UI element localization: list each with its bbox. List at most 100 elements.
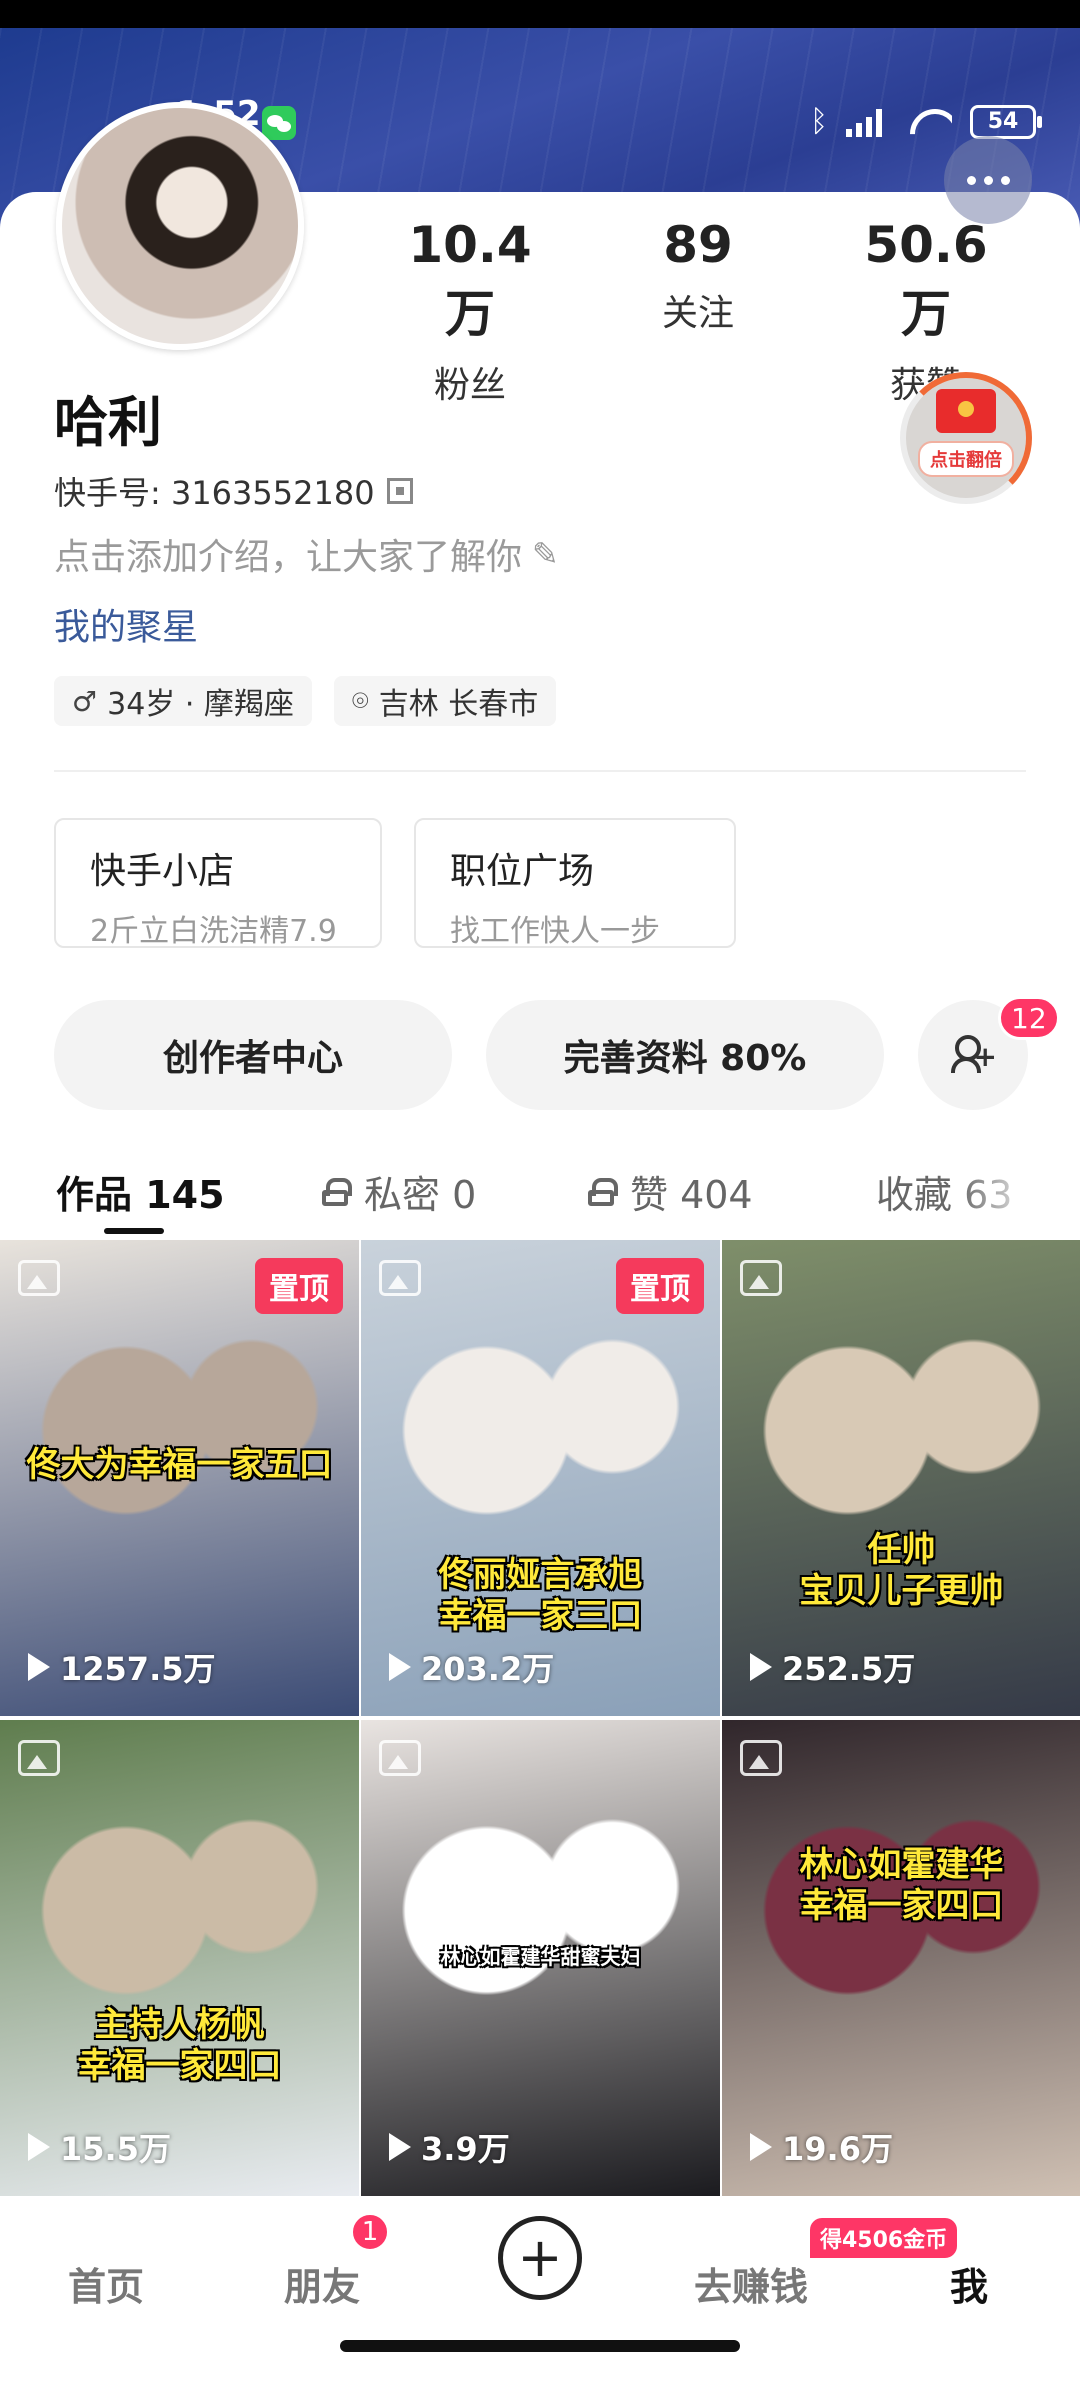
tab-private[interactable]: 私密 0 — [322, 1164, 476, 1219]
stat-label: 粉丝 — [433, 365, 506, 406]
divider — [54, 770, 1026, 772]
kwai-id: 快手号: 3163552180 — [54, 474, 375, 512]
profile-tabs: 作品 145 私密 0 赞 404 收藏 63 — [0, 1150, 1080, 1238]
photo-album-icon — [18, 1260, 60, 1296]
shop-card-subtitle: 找工作快人一步 — [450, 914, 660, 949]
location-pin-icon: ⌾ — [351, 684, 369, 717]
intro-row[interactable]: 点击添加介绍，让大家了解你 ✎ — [54, 528, 559, 580]
tab-active-indicator — [104, 1228, 164, 1234]
lock-icon — [322, 1177, 352, 1206]
stat-value: 89 — [663, 216, 733, 274]
play-icon — [28, 1653, 50, 1681]
location-chip[interactable]: ⌾ 吉林 长春市 — [333, 676, 557, 726]
work-item[interactable]: 置顶佟大为幸福一家五口 1257.5万 — [0, 1240, 359, 1716]
pinned-badge: 置顶 — [616, 1258, 704, 1314]
shop-card-title: 职位广场 — [450, 851, 595, 892]
pinned-badge: 置顶 — [255, 1258, 343, 1314]
play-count-value: 3.9万 — [421, 2130, 510, 2168]
status-icons: ᛒ 54 — [810, 104, 1042, 139]
tab-label: 私密 0 — [364, 1173, 477, 1217]
shop-card-title: 快手小店 — [90, 851, 235, 892]
play-icon — [28, 2133, 50, 2161]
play-count: 15.5万 — [28, 2124, 171, 2170]
play-count-value: 252.5万 — [782, 1650, 916, 1688]
work-caption: 林心如霍建华甜蜜夫妇 — [440, 1945, 641, 1969]
age-sign-label: 34岁 · 摩羯座 — [107, 687, 294, 722]
play-count-value: 203.2万 — [421, 1650, 555, 1688]
profile-tags: ♂ 34岁 · 摩羯座 ⌾ 吉林 长春市 — [54, 676, 557, 726]
tab-label: 赞 404 — [630, 1173, 753, 1217]
nav-friends[interactable]: 朋友 — [284, 2256, 360, 2311]
work-item[interactable]: 林心如霍建华甜蜜夫妇 3.9万 — [361, 1720, 720, 2196]
avatar[interactable] — [56, 102, 304, 350]
shop-card-subtitle: 2斤立白洗洁精7.9 — [90, 914, 337, 949]
stat-followers[interactable]: 10.4万 粉丝 — [396, 216, 544, 408]
work-caption: 佟大为幸福一家五口 — [26, 1445, 333, 1485]
friend-request-badge: 12 — [998, 996, 1060, 1040]
lock-icon — [588, 1177, 618, 1206]
play-count-value: 19.6万 — [782, 2130, 893, 2168]
play-icon — [389, 1653, 411, 1681]
work-caption: 佟丽娅言承旭 幸福一家三口 — [438, 1555, 643, 1636]
friends-badge: 1 — [350, 2212, 390, 2252]
zodiac-icon: ♂ — [72, 684, 98, 718]
redpacket-icon — [936, 389, 996, 433]
tab-liked[interactable]: 赞 404 — [588, 1164, 753, 1219]
play-count: 19.6万 — [750, 2124, 893, 2170]
create-button[interactable]: + — [498, 2216, 582, 2300]
play-count: 3.9万 — [389, 2124, 510, 2170]
stat-value: 50.6万 — [864, 216, 988, 343]
wechat-notification-icon — [262, 106, 296, 140]
photo-album-icon — [379, 1260, 421, 1296]
redpacket-label: 点击翻倍 — [918, 441, 1014, 477]
nav-earn[interactable]: 去赚钱 — [694, 2256, 808, 2311]
tab-label: 收藏 63 — [876, 1164, 1012, 1219]
work-item[interactable]: 置顶佟丽娅言承旭 幸福一家三口 203.2万 — [361, 1240, 720, 1716]
bottom-nav: 首页 朋友 1 + 去赚钱 得4506金币 我 — [0, 2198, 1080, 2400]
nav-home[interactable]: 首页 — [68, 2256, 144, 2311]
signal-icon — [846, 107, 890, 137]
work-item[interactable]: 任帅 宝贝儿子更帅 252.5万 — [722, 1240, 1080, 1716]
bluetooth-icon: ᛒ — [810, 104, 828, 139]
work-caption: 任帅 宝贝儿子更帅 — [799, 1530, 1004, 1611]
play-count: 252.5万 — [750, 1644, 915, 1690]
play-icon — [750, 1653, 772, 1681]
add-person-icon — [951, 1035, 997, 1075]
complete-profile-button[interactable]: 完善资料 80% — [486, 1000, 884, 1110]
play-count-value: 1257.5万 — [60, 1650, 216, 1688]
photo-album-icon — [379, 1740, 421, 1776]
nav-me[interactable]: 我 — [950, 2256, 988, 2311]
tab-works[interactable]: 作品 145 — [56, 1164, 225, 1219]
photo-album-icon — [740, 1740, 782, 1776]
stat-label: 关注 — [661, 293, 734, 334]
play-count: 1257.5万 — [28, 1644, 216, 1690]
job-square-card[interactable]: 职位广场 找工作快人一步 — [414, 818, 736, 949]
wifi-icon — [908, 105, 952, 139]
edit-pen-icon: ✎ — [532, 535, 559, 573]
age-sign-chip[interactable]: ♂ 34岁 · 摩羯座 — [54, 676, 312, 726]
profile-name: 哈利 — [54, 391, 162, 454]
work-item[interactable]: 主持人杨帆 幸福一家四口 15.5万 — [0, 1720, 359, 2196]
qr-code-icon[interactable] — [386, 478, 413, 504]
kwai-id-row[interactable]: 快手号: 3163552180 — [54, 468, 413, 514]
location-label: 吉林 长春市 — [378, 687, 539, 722]
stat-following[interactable]: 89 关注 — [640, 216, 756, 336]
home-indicator — [340, 2340, 740, 2352]
stat-value: 10.4万 — [408, 216, 532, 343]
tab-label: 作品 145 — [56, 1173, 225, 1217]
work-caption: 主持人杨帆 幸福一家四口 — [77, 2005, 282, 2086]
work-caption: 林心如霍建华 幸福一家四口 — [799, 1845, 1004, 1926]
creator-center-button[interactable]: 创作者中心 — [54, 1000, 452, 1110]
tab-favorites[interactable]: 收藏 63 — [876, 1164, 1012, 1219]
coin-reward-badge: 得4506金币 — [808, 2216, 960, 2260]
play-count: 203.2万 — [389, 1644, 554, 1690]
works-grid: 置顶佟大为幸福一家五口 1257.5万 置顶佟丽娅言承旭 幸福一家三口 203.2万 任… — [0, 1240, 1080, 2196]
redpacket-double-button[interactable]: 点击翻倍 — [900, 372, 1032, 504]
photo-album-icon — [18, 1740, 60, 1776]
battery-icon: 54 — [970, 104, 1042, 139]
kwai-shop-card[interactable]: 快手小店 2斤立白洗洁精7.9 — [54, 818, 382, 949]
photo-album-icon — [740, 1260, 782, 1296]
my-star-link[interactable]: 我的聚星 — [54, 598, 198, 650]
more-options-button[interactable] — [944, 136, 1032, 224]
work-item[interactable]: 林心如霍建华 幸福一家四口 19.6万 — [722, 1720, 1080, 2196]
